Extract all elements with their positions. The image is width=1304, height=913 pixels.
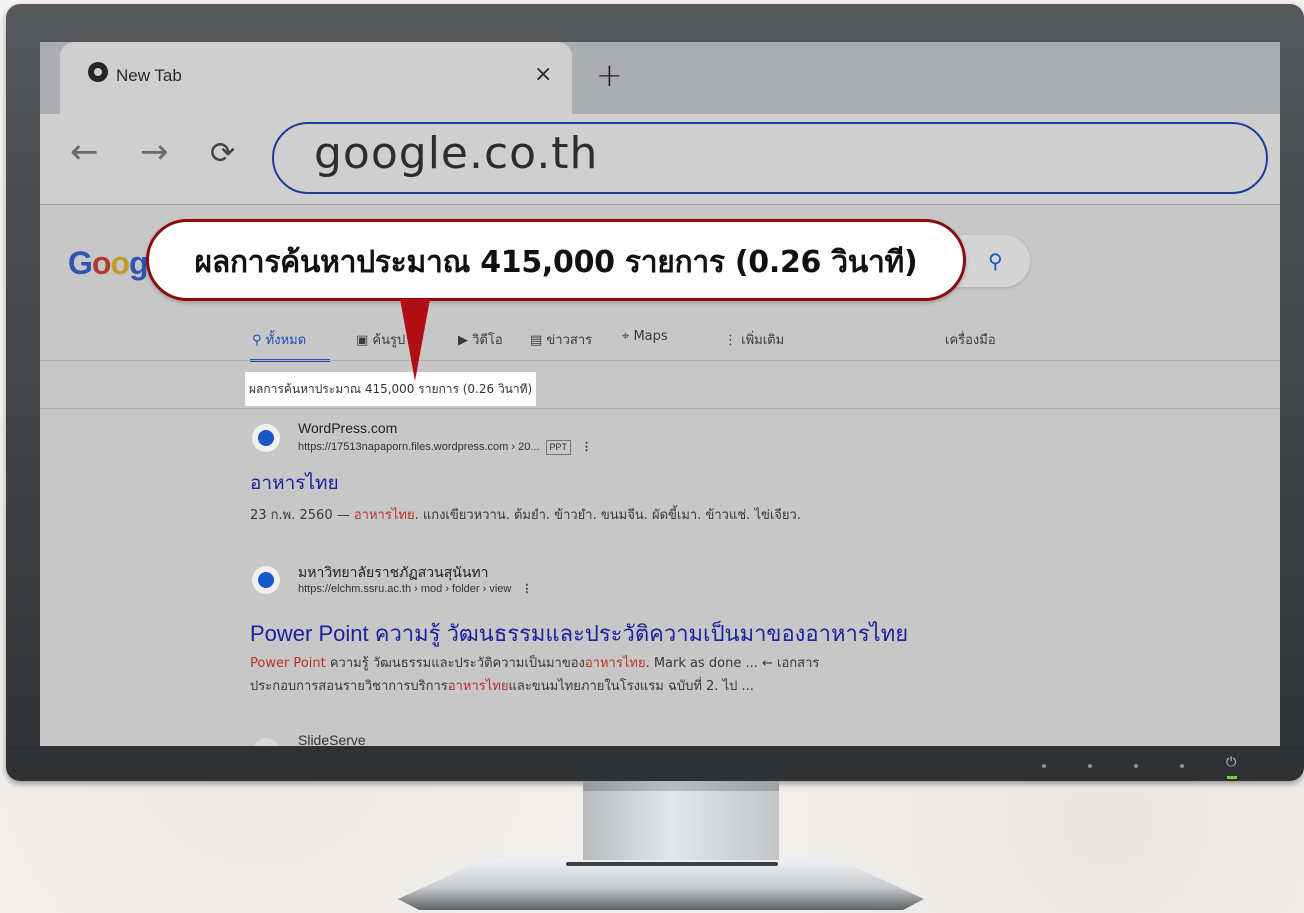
result-site[interactable]: SlideServe — [298, 732, 366, 746]
tab-maps[interactable]: ⌖ Maps — [622, 329, 668, 344]
result-title[interactable]: Power Point ความรู้ วัฒนธรรมและประวัติคว… — [250, 616, 908, 651]
tab-bar: New Tab × + — [40, 42, 1280, 114]
globe-icon — [252, 424, 280, 452]
tab-images[interactable]: ▣ ค้นรูป — [356, 329, 405, 350]
tab-label: เพิ่มเติม — [741, 333, 785, 348]
back-icon[interactable]: ← — [70, 132, 99, 172]
tab-videos[interactable]: ▶ วิดีโอ — [458, 329, 503, 350]
tab-label: วิดีโอ — [472, 333, 503, 348]
screen: New Tab × + ← → ⟳ google.co.th Goog ⚲ ⚲ … — [40, 42, 1280, 746]
google-logo[interactable]: Goog — [68, 245, 149, 282]
tools-button[interactable]: เครื่องมือ — [945, 329, 996, 350]
logo-letter: G — [68, 245, 93, 281]
tab-title: New Tab — [116, 66, 182, 85]
snippet-highlight: อาหารไทย — [584, 656, 646, 671]
snippet-text: ประกอบการสอนรายวิชาการบริการ — [250, 679, 448, 694]
address-bar[interactable]: google.co.th — [272, 122, 1268, 194]
tab-all[interactable]: ⚲ ทั้งหมด — [252, 329, 306, 350]
result-url[interactable]: https://elchm.ssru.ac.th › mod › folder … — [298, 582, 532, 595]
monitor-neck — [583, 781, 779, 867]
snippet-text: และขนมไทยภายในโรงแรม ฉบับที่ 2. ไป ... — [508, 679, 754, 694]
result-site[interactable]: มหาวิทยาลัยราชภัฏสวนสุนันทา — [298, 562, 489, 584]
snippet-highlight: Power Point — [250, 656, 326, 671]
result-snippet: 23 ก.พ. 2560 — อาหารไทย. แกงเขียวหวาน. ต… — [250, 504, 970, 527]
power-icon: ⏻ — [1226, 755, 1237, 770]
divider — [40, 360, 1280, 361]
logo-letter: o — [91, 245, 112, 281]
address-text: google.co.th — [314, 128, 599, 179]
reload-icon[interactable]: ⟳ — [210, 136, 235, 171]
logo-letter: g — [128, 245, 149, 281]
globe-icon — [252, 566, 280, 594]
tab-news[interactable]: ▤ ข่าวสาร — [530, 329, 592, 350]
snippet-text: . แกงเขียวหวาน. ต้มยำ. ข้าวยำ. ขนมจีน. ผ… — [414, 508, 801, 523]
tab-label: ทั้งหมด — [265, 333, 307, 348]
neck-shadow — [583, 781, 779, 791]
bezel-button-dot — [1134, 764, 1138, 768]
tab-label: Maps — [633, 329, 668, 344]
bezel-button-dot — [1042, 764, 1046, 768]
more-options-icon[interactable]: ⋮ — [521, 583, 532, 595]
annotation-callout: ผลการค้นหาประมาณ 415,000 รายการ (0.26 วิ… — [146, 219, 966, 301]
forward-icon[interactable]: → — [140, 132, 169, 172]
logo-letter: o — [110, 245, 130, 281]
snippet-text: ความรู้ วัฒนธรรมและประวัติความเป็นมาของ — [325, 656, 585, 671]
new-tab-button[interactable]: + — [596, 56, 623, 94]
result-snippet: Power Point ความรู้ วัฒนธรรมและประวัติคว… — [250, 652, 950, 698]
bezel-divider — [6, 748, 1304, 749]
url-text: https://17513napaporn.files.wordpress.co… — [298, 441, 540, 453]
result-url[interactable]: https://17513napaporn.files.wordpress.co… — [298, 440, 592, 455]
tab-label: ค้นรูป — [372, 333, 406, 348]
power-indicator — [1227, 776, 1237, 779]
search-icon[interactable]: ⚲ — [988, 249, 1003, 273]
callout-text: ผลการค้นหาประมาณ 415,000 รายการ (0.26 วิ… — [194, 245, 918, 280]
close-tab-icon[interactable]: × — [534, 62, 552, 87]
chrome-icon — [88, 62, 108, 82]
more-options-icon[interactable]: ⋮ — [581, 441, 592, 453]
browser-toolbar: ← → ⟳ google.co.th — [40, 114, 1280, 205]
snippet-highlight: อาหารไทย — [353, 508, 415, 523]
globe-icon — [252, 738, 280, 746]
monitor-base — [398, 860, 924, 910]
browser-tab[interactable]: New Tab × — [60, 42, 572, 114]
bezel-button-dot — [1088, 764, 1092, 768]
bezel-button-dot — [1180, 764, 1184, 768]
snippet-highlight: อาหารไทย — [447, 679, 509, 694]
result-title[interactable]: อาหารไทย — [250, 468, 339, 498]
url-text: https://elchm.ssru.ac.th › mod › folder … — [298, 583, 512, 595]
result-stats: ผลการค้นหาประมาณ 415,000 รายการ (0.26 วิ… — [245, 372, 537, 406]
result-site[interactable]: WordPress.com — [298, 420, 397, 436]
snippet-text: . Mark as done ... ← เอกสาร — [645, 656, 820, 671]
tab-label: ข่าวสาร — [546, 333, 593, 348]
divider — [40, 408, 1280, 409]
ppt-badge: PPT — [545, 440, 572, 455]
base-slot — [566, 862, 778, 866]
search-tabs: ⚲ ทั้งหมด ▣ ค้นรูป ▶ วิดีโอ ▤ ข่าวสาร ⌖ … — [40, 321, 1280, 362]
tab-more[interactable]: ⋮ เพิ่มเติม — [724, 329, 784, 350]
snippet-text: 23 ก.พ. 2560 — — [250, 508, 354, 523]
